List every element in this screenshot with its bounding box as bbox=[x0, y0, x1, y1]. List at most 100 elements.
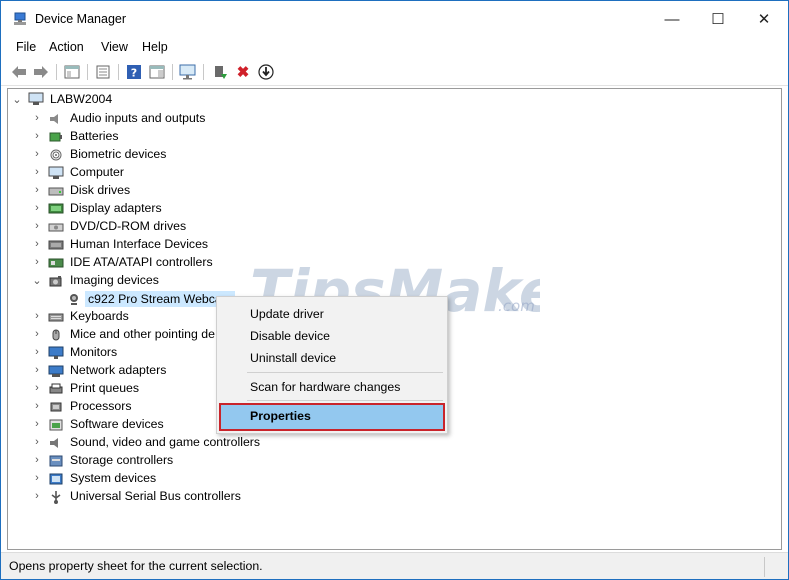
expand-chevron-icon[interactable]: › bbox=[32, 346, 42, 358]
tree-category-item[interactable]: Storage controllers bbox=[70, 453, 173, 467]
expand-chevron-icon[interactable]: › bbox=[32, 472, 42, 484]
action-pane-button[interactable] bbox=[148, 63, 166, 81]
computer-icon bbox=[48, 166, 64, 179]
watermark-suffix: .com bbox=[498, 297, 535, 315]
tree-category-item[interactable]: Processors bbox=[70, 399, 132, 413]
tree-category-item[interactable]: Universal Serial Bus controllers bbox=[70, 489, 241, 503]
tree-category-item[interactable]: Print queues bbox=[70, 381, 139, 395]
download-icon bbox=[258, 64, 274, 80]
root-collapse-chevron-icon[interactable]: ⌄ bbox=[12, 94, 22, 106]
tree-root-label[interactable]: LABW2004 bbox=[50, 92, 112, 106]
toolbar-separator bbox=[118, 64, 119, 80]
properties-sheet-button[interactable] bbox=[94, 63, 112, 81]
tree-category-item[interactable]: IDE ATA/ATAPI controllers bbox=[70, 255, 213, 269]
minimize-icon: — bbox=[664, 10, 680, 28]
expand-chevron-icon[interactable]: › bbox=[32, 130, 42, 142]
tree-category-item[interactable]: Sound, video and game controllers bbox=[70, 435, 260, 449]
status-bar-grip bbox=[764, 557, 784, 577]
menu-item-update-driver[interactable]: Update driver bbox=[250, 307, 324, 321]
tree-category-item[interactable]: DVD/CD-ROM drives bbox=[70, 219, 186, 233]
keyboard-icon bbox=[48, 313, 64, 322]
tree-category-item[interactable]: Monitors bbox=[70, 345, 117, 359]
menu-file[interactable]: File bbox=[16, 40, 36, 54]
expand-chevron-icon[interactable]: › bbox=[32, 310, 42, 322]
maximize-icon: ☐ bbox=[711, 11, 725, 28]
expand-chevron-icon[interactable]: › bbox=[32, 382, 42, 394]
forward-icon bbox=[34, 66, 48, 78]
expand-chevron-icon[interactable]: › bbox=[32, 112, 42, 124]
scan-hardware-button[interactable] bbox=[179, 63, 197, 81]
display-adapter-icon bbox=[48, 203, 64, 214]
tree-category-item[interactable]: Biometric devices bbox=[70, 147, 166, 161]
device-manager-window: Device Manager — ☐ ✕ File Action View He… bbox=[0, 0, 789, 580]
expand-chevron-icon[interactable]: › bbox=[32, 238, 42, 250]
menu-item-uninstall-device[interactable]: Uninstall device bbox=[250, 351, 336, 365]
maximize-button[interactable]: ☐ bbox=[695, 1, 741, 37]
expand-chevron-icon[interactable]: › bbox=[32, 400, 42, 412]
menu-view[interactable]: View bbox=[101, 40, 128, 54]
fingerprint-icon bbox=[50, 149, 62, 161]
menu-help[interactable]: Help bbox=[142, 40, 168, 54]
tree-category-item[interactable]: Batteries bbox=[70, 129, 119, 143]
expand-chevron-icon[interactable]: › bbox=[32, 202, 42, 214]
network-adapter-icon bbox=[48, 365, 64, 377]
tree-category-item[interactable]: Imaging devices bbox=[70, 273, 159, 287]
expand-chevron-icon[interactable]: › bbox=[32, 148, 42, 160]
tree-category-item[interactable]: Computer bbox=[70, 165, 124, 179]
back-button[interactable] bbox=[10, 63, 28, 81]
forward-button[interactable] bbox=[32, 63, 50, 81]
expand-chevron-icon[interactable]: › bbox=[32, 220, 42, 232]
toolbar-separator bbox=[56, 64, 57, 80]
tree-category-item[interactable]: System devices bbox=[70, 471, 156, 485]
action-pane-icon bbox=[149, 65, 165, 79]
menu-action[interactable]: Action bbox=[49, 40, 84, 54]
expand-chevron-icon[interactable]: › bbox=[32, 490, 42, 502]
tree-device-item[interactable]: c922 Pro Stream Webcam bbox=[85, 291, 235, 307]
download-button[interactable] bbox=[257, 63, 275, 81]
minimize-button[interactable]: — bbox=[649, 1, 695, 37]
toolbar-separator bbox=[203, 64, 204, 80]
camera-icon bbox=[49, 276, 62, 287]
uninstall-button[interactable]: ✖ bbox=[234, 63, 252, 81]
tree-category-item[interactable]: Keyboards bbox=[70, 309, 129, 323]
console-tree-button[interactable] bbox=[63, 63, 81, 81]
tree-category-item[interactable]: Human Interface Devices bbox=[70, 237, 208, 251]
processor-icon bbox=[50, 402, 62, 412]
update-driver-button[interactable] bbox=[211, 63, 229, 81]
expand-chevron-icon[interactable]: › bbox=[32, 454, 42, 466]
sound-controller-icon bbox=[50, 438, 58, 448]
usb-controller-icon bbox=[51, 491, 61, 504]
toolbar: ? ✖ bbox=[1, 58, 788, 86]
battery-icon bbox=[49, 132, 62, 142]
toolbar-separator bbox=[87, 64, 88, 80]
title-bar[interactable]: Device Manager — ☐ ✕ bbox=[1, 1, 788, 37]
update-driver-icon bbox=[215, 66, 227, 79]
tree-category-item[interactable]: Network adapters bbox=[70, 363, 166, 377]
tree-category-item[interactable]: Audio inputs and outputs bbox=[70, 111, 205, 125]
close-button[interactable]: ✕ bbox=[741, 1, 787, 37]
expand-chevron-icon[interactable]: › bbox=[32, 166, 42, 178]
tree-category-item[interactable]: Mice and other pointing de bbox=[70, 327, 215, 341]
tree-category-item[interactable]: Disk drives bbox=[70, 183, 130, 197]
speaker-icon bbox=[50, 114, 58, 124]
expand-chevron-icon[interactable]: › bbox=[32, 328, 42, 340]
expand-chevron-icon[interactable]: › bbox=[32, 256, 42, 268]
monitor-icon bbox=[48, 346, 64, 359]
computer-root-icon bbox=[28, 92, 44, 105]
menu-item-properties[interactable]: Properties bbox=[250, 409, 311, 423]
hid-icon bbox=[48, 240, 64, 250]
expand-chevron-icon[interactable]: › bbox=[32, 184, 42, 196]
software-device-icon bbox=[49, 419, 63, 431]
help-button[interactable]: ? bbox=[125, 63, 143, 81]
device-manager-app-icon bbox=[14, 12, 26, 25]
tree-category-item[interactable]: Display adapters bbox=[70, 201, 162, 215]
expand-chevron-icon[interactable]: › bbox=[32, 436, 42, 448]
menu-item-disable-device[interactable]: Disable device bbox=[250, 329, 330, 343]
expand-chevron-icon[interactable]: › bbox=[32, 364, 42, 376]
expand-chevron-icon[interactable]: › bbox=[32, 418, 42, 430]
tree-category-item[interactable]: Software devices bbox=[70, 417, 164, 431]
back-icon bbox=[12, 66, 26, 78]
collapse-chevron-icon[interactable]: ⌄ bbox=[32, 275, 42, 287]
menu-separator bbox=[247, 400, 443, 401]
menu-item-scan-hardware[interactable]: Scan for hardware changes bbox=[250, 380, 400, 394]
